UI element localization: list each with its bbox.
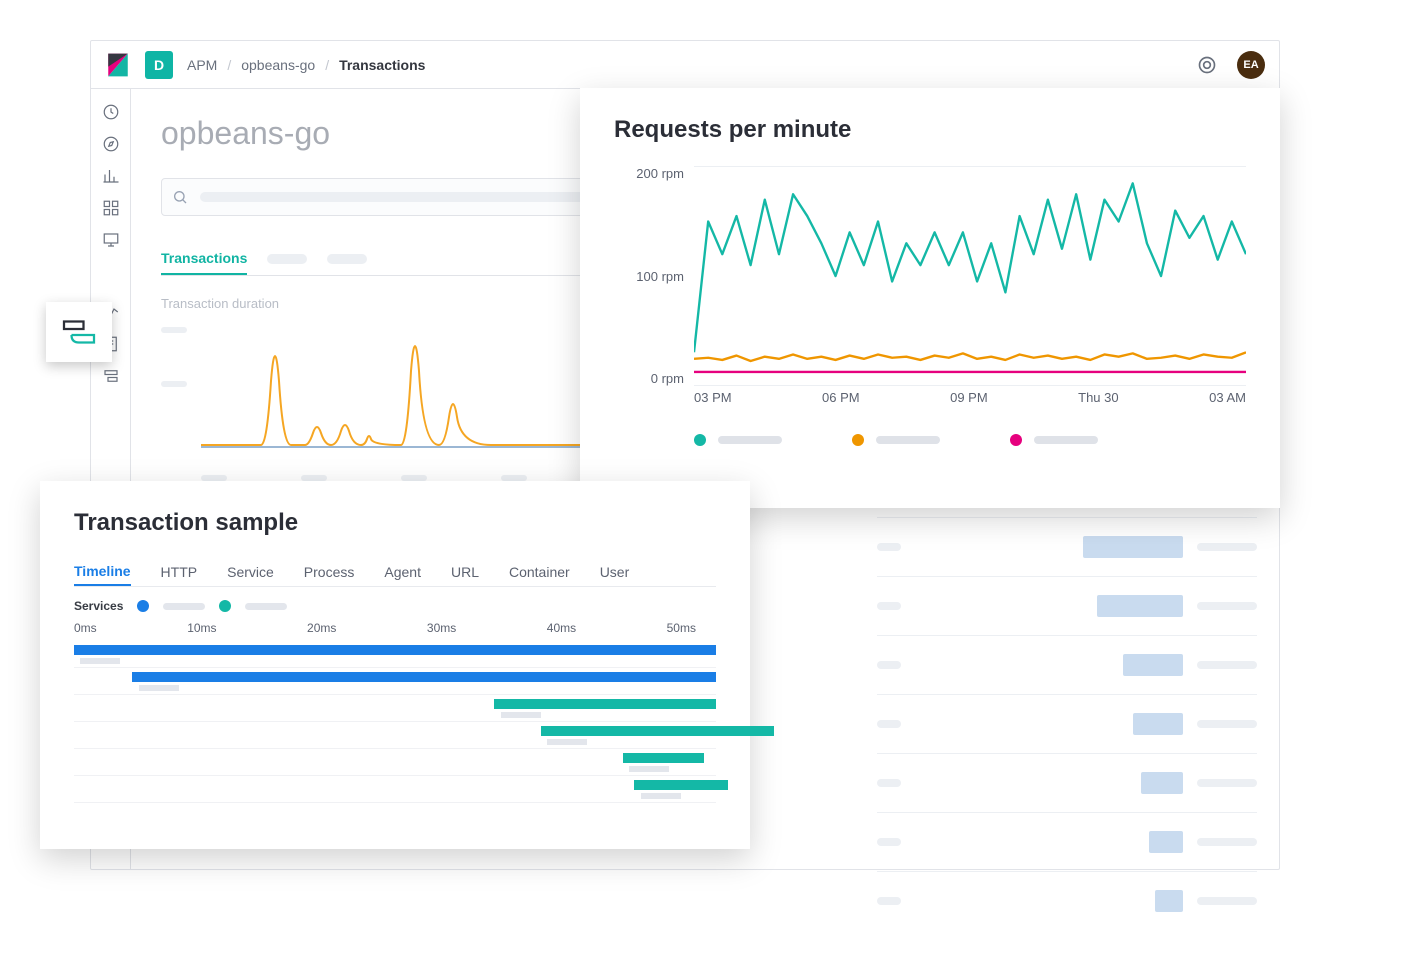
legend-dot-icon [852,434,864,446]
axis-tick-placeholder [161,327,187,333]
table-row [877,589,1257,623]
rpm-x-axis: 03 PM 06 PM 09 PM Thu 30 03 AM [694,390,1246,405]
axis-tick: 0 rpm [614,371,684,386]
legend-item[interactable] [694,434,782,446]
user-avatar[interactable]: EA [1237,51,1265,79]
rpm-legend [694,434,1098,446]
nav-visualize-icon[interactable] [102,167,120,185]
rpm-y-axis: 200 rpm 100 rpm 0 rpm [614,166,684,386]
help-icon[interactable] [1197,55,1217,75]
breadcrumb-service[interactable]: opbeans-go [241,57,315,73]
tab-placeholder[interactable] [267,254,307,264]
gantt-row[interactable] [74,645,716,668]
tab-user[interactable]: User [600,557,630,586]
tab-process[interactable]: Process [304,557,355,586]
axis-tick: 200 rpm [614,166,684,181]
axis-tick: Thu 30 [1078,390,1118,405]
axis-tick: 50ms [667,621,696,635]
breadcrumb-sep: / [227,57,231,73]
nav-apm-icon[interactable] [102,367,120,385]
table-row [877,825,1257,859]
legend-dot-icon [219,600,231,612]
nav-recent-icon[interactable] [102,103,120,121]
rpm-chart-card: Requests per minute 200 rpm 100 rpm 0 rp… [580,88,1280,508]
legend-dot-icon [1010,434,1022,446]
breadcrumb-current: Transactions [339,57,425,73]
legend-dot-icon [137,600,149,612]
axis-tick: 09 PM [950,390,988,405]
tab-timeline[interactable]: Timeline [74,557,131,586]
tab-container[interactable]: Container [509,557,570,586]
transaction-sample-card: Transaction sample Timeline HTTP Service Pr… [40,481,750,849]
gantt-row[interactable] [74,726,716,749]
tab-transactions[interactable]: Transactions [161,242,247,275]
timeline-axis: 0ms 10ms 20ms 30ms 40ms 50ms [74,621,716,635]
table-row [877,766,1257,800]
sample-tabs: Timeline HTTP Service Process Agent URL Contai… [74,557,716,587]
breadcrumbs: APM / opbeans-go / Transactions [187,57,425,73]
app-switcher-button[interactable]: D [145,51,173,79]
tab-agent[interactable]: Agent [384,557,421,586]
rpm-title: Requests per minute [614,116,1246,144]
table-row [877,707,1257,741]
timeline-gantt [74,645,716,803]
axis-tick: 40ms [547,621,576,635]
nav-canvas-icon[interactable] [102,231,120,249]
tab-http[interactable]: HTTP [161,557,198,586]
gantt-row[interactable] [74,672,716,695]
axis-tick: 20ms [307,621,336,635]
axis-tick: 0ms [74,621,97,635]
table-row [877,530,1257,564]
axis-tick: 10ms [187,621,216,635]
nav-dashboard-icon[interactable] [102,199,120,217]
rpm-chart: 200 rpm 100 rpm 0 rpm 03 PM 06 PM 09 PM … [614,166,1246,406]
table-row [877,648,1257,682]
background-data-rows [877,471,1257,918]
search-icon [172,189,188,205]
services-label: Services [74,599,123,613]
tab-service[interactable]: Service [227,557,274,586]
legend-item[interactable] [1010,434,1098,446]
gantt-row[interactable] [74,753,716,776]
app-header: D APM / opbeans-go / Transactions EA [91,41,1279,89]
axis-tick: 03 AM [1209,390,1246,405]
breadcrumb-apm[interactable]: APM [187,57,217,73]
gantt-row[interactable] [74,780,716,803]
tab-placeholder[interactable] [327,254,367,264]
table-row [877,884,1257,918]
axis-tick: 30ms [427,621,456,635]
axis-tick: 06 PM [822,390,860,405]
legend-item[interactable] [852,434,940,446]
gantt-row[interactable] [74,699,716,722]
sample-title: Transaction sample [74,509,716,537]
kibana-logo-icon[interactable] [105,52,131,78]
axis-tick-placeholder [161,381,187,387]
services-legend: Services [74,599,716,613]
apm-float-icon[interactable] [46,302,112,362]
legend-dot-icon [694,434,706,446]
nav-discover-icon[interactable] [102,135,120,153]
axis-tick: 03 PM [694,390,732,405]
axis-tick: 100 rpm [614,269,684,284]
tab-url[interactable]: URL [451,557,479,586]
breadcrumb-sep: / [325,57,329,73]
